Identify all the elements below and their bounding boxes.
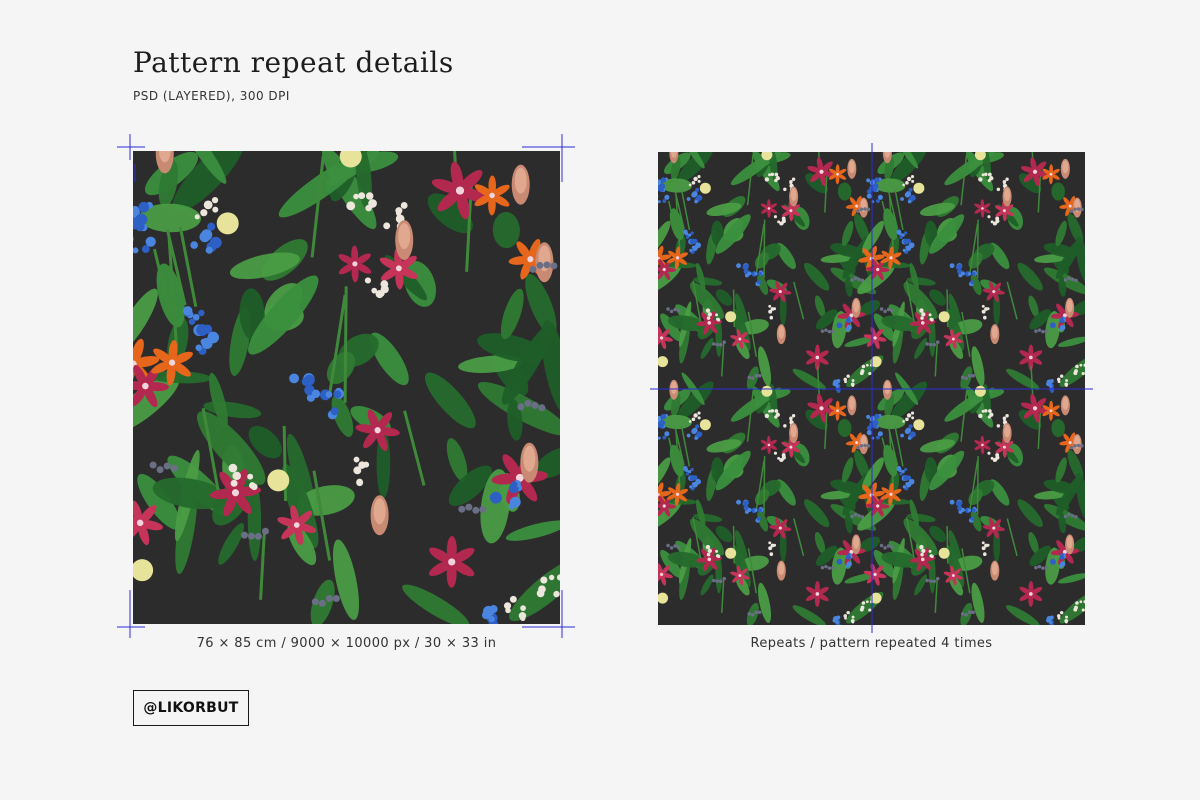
brand-logo: @LIKORBUT <box>133 690 249 726</box>
pattern-tile-preview <box>133 151 560 624</box>
page-title: Pattern repeat details <box>133 46 454 79</box>
repeated-floral-pattern-image <box>658 152 1085 625</box>
dimensions-caption: 76 × 85 cm / 9000 × 10000 px / 30 × 33 i… <box>196 636 497 651</box>
repeat-caption: Repeats / pattern repeated 4 times <box>750 636 993 651</box>
floral-pattern-image <box>133 151 560 624</box>
page-subtitle: PSD (LAYERED), 300 DPI <box>133 89 290 103</box>
pattern-repeat-preview <box>658 152 1085 625</box>
